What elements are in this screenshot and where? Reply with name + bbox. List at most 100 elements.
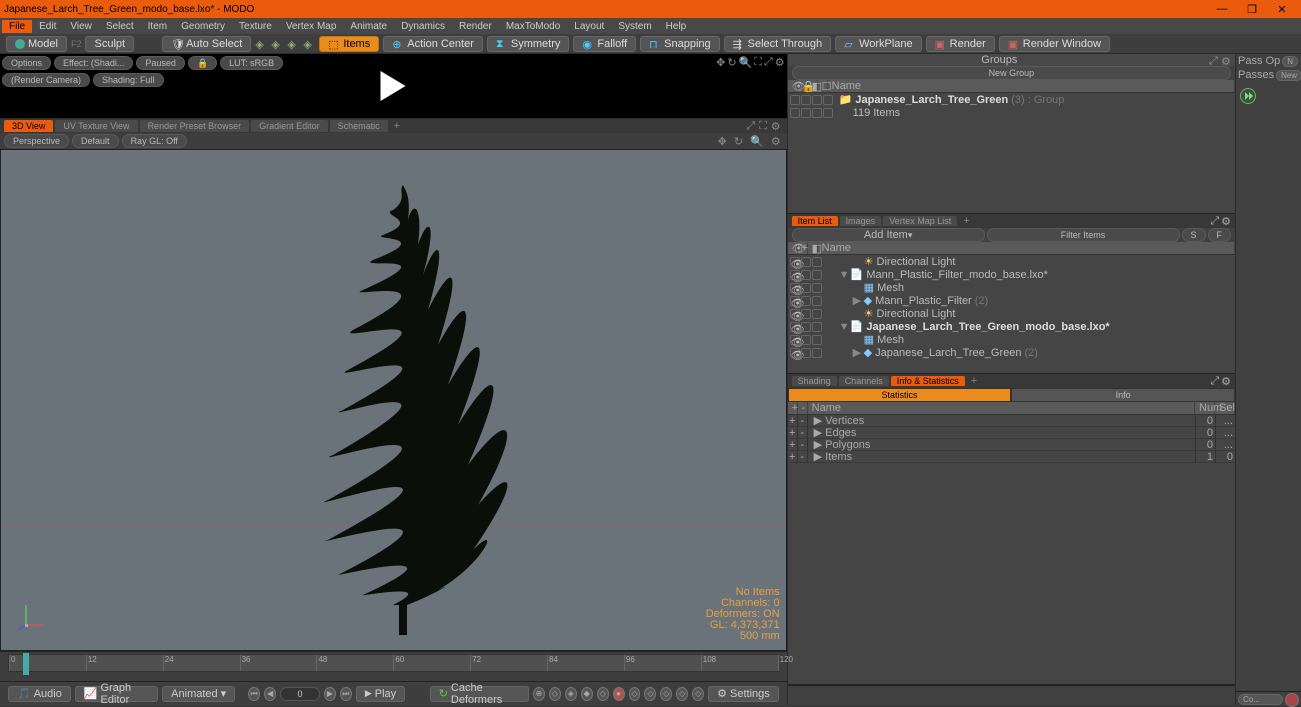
eye-col-icon[interactable]: 👁: [788, 80, 798, 93]
expander[interactable]: ▶: [853, 346, 861, 359]
select-through-button[interactable]: ⇶Select Through: [724, 36, 831, 52]
render-shading-button[interactable]: Shading: Full: [93, 73, 164, 87]
menu-texture[interactable]: Texture: [232, 20, 279, 33]
group-row[interactable]: 119 Items: [788, 106, 1235, 119]
add-item-tab[interactable]: +: [959, 215, 973, 227]
key-icon-1[interactable]: ◇: [549, 687, 561, 701]
menu-view[interactable]: View: [63, 20, 99, 33]
plus-button[interactable]: +: [788, 415, 798, 427]
popout-icon[interactable]: ⤢: [744, 120, 757, 133]
edge-mode-icon[interactable]: ◈: [271, 38, 283, 50]
filter-s-button[interactable]: S: [1182, 228, 1206, 242]
render-button[interactable]: ▣Render: [926, 36, 995, 52]
tree-model[interactable]: [273, 180, 533, 640]
render-effect-button[interactable]: Effect: (Shadi...: [54, 56, 133, 70]
menu-render[interactable]: Render: [452, 20, 499, 33]
tab-images[interactable]: Images: [840, 216, 882, 226]
move-icon[interactable]: ✥: [716, 56, 725, 69]
viewport-3d[interactable]: No Items Channels: 0 Deformers: ON GL: 4…: [0, 149, 787, 651]
tab-gradient[interactable]: Gradient Editor: [251, 120, 328, 132]
render-paused-button[interactable]: Paused: [136, 56, 185, 70]
minimize-button[interactable]: —: [1207, 3, 1237, 15]
cache-deformers-button[interactable]: ↻Cache Deformers: [430, 686, 529, 702]
tab-3d-view[interactable]: 3D View: [4, 120, 53, 132]
maximize-view-icon[interactable]: ⛶: [757, 120, 769, 133]
key-icon-2[interactable]: ◈: [565, 687, 577, 701]
visibility-toggle[interactable]: 👁: [790, 309, 800, 319]
tab-uv[interactable]: UV Texture View: [55, 120, 137, 132]
timeline[interactable]: 01224364860728496108120: [8, 654, 779, 672]
minus-button[interactable]: -: [798, 415, 808, 427]
key-icon-9[interactable]: ◇: [676, 687, 688, 701]
key-icon-7[interactable]: ◇: [644, 687, 656, 701]
view-perspective[interactable]: Perspective: [4, 134, 69, 148]
item-row[interactable]: 👁▼📄Mann_Plastic_Filter_modo_base.lxo*: [788, 268, 1235, 281]
render-camera-button[interactable]: (Render Camera): [2, 73, 90, 87]
gear-icon[interactable]: ⚙: [1221, 215, 1231, 228]
play-icon[interactable]: [381, 71, 406, 101]
menu-edit[interactable]: Edit: [32, 20, 63, 33]
minus-button[interactable]: -: [798, 439, 808, 451]
visibility-toggle[interactable]: 👁: [790, 348, 800, 358]
view-raygl[interactable]: Ray GL: Off: [122, 134, 187, 148]
frame-input[interactable]: [280, 687, 320, 701]
playhead[interactable]: [23, 653, 29, 675]
new-group-button[interactable]: New Group: [792, 66, 1231, 80]
workplane-button[interactable]: ▱WorkPlane: [835, 36, 922, 52]
item-list-body[interactable]: 👁☀Directional Light👁▼📄Mann_Plastic_Filte…: [788, 255, 1235, 373]
pan-icon[interactable]: ✥: [716, 135, 729, 148]
falloff-button[interactable]: ◉Falloff: [573, 36, 636, 52]
key-icon-4[interactable]: ◇: [597, 687, 609, 701]
maximize-button[interactable]: ❐: [1237, 3, 1267, 16]
mode-model[interactable]: Model: [6, 36, 67, 52]
expander[interactable]: ▼: [839, 269, 847, 281]
goto-end-button[interactable]: ⏭: [340, 687, 352, 701]
item-row[interactable]: 👁▶◆Mann_Plastic_Filter (2): [788, 294, 1235, 307]
mat-mode-icon[interactable]: ◈: [303, 38, 315, 50]
render-co-button[interactable]: Co...: [1238, 694, 1283, 705]
step-fwd-button[interactable]: ▶: [324, 687, 336, 701]
item-row[interactable]: 👁☀Directional Light: [788, 255, 1235, 268]
stats-body[interactable]: +-▶ Vertices0...+-▶ Edges0...+-▶ Polygon…: [788, 415, 1235, 684]
zoom-icon[interactable]: 🔍: [739, 56, 753, 69]
view-default[interactable]: Default: [72, 134, 119, 148]
tab-schematic[interactable]: Schematic: [330, 120, 388, 132]
menu-geometry[interactable]: Geometry: [174, 20, 232, 33]
render-lut-button[interactable]: LUT: sRGB: [220, 56, 283, 70]
key-icon-8[interactable]: ◇: [660, 687, 672, 701]
audio-button[interactable]: 🎵Audio: [8, 686, 71, 702]
menu-vertexmap[interactable]: Vertex Map: [279, 20, 344, 33]
zoom-view-icon[interactable]: 🔍: [748, 135, 766, 148]
render-record-button[interactable]: [1285, 693, 1299, 707]
add-item-button[interactable]: Add Item ▾: [792, 228, 985, 242]
settings-button[interactable]: ⚙Settings: [708, 686, 779, 702]
item-row[interactable]: 👁▼📄Japanese_Larch_Tree_Green_modo_base.l…: [788, 320, 1235, 333]
pass-new-button[interactable]: New: [1276, 70, 1301, 81]
minus-button[interactable]: -: [798, 451, 808, 463]
snapping-button[interactable]: ⊓Snapping: [640, 36, 720, 52]
symmetry-button[interactable]: ⧗Symmetry: [487, 36, 570, 52]
tab-item-list[interactable]: Item List: [792, 216, 838, 226]
subtab-statistics[interactable]: Statistics: [788, 388, 1012, 402]
tab-shading[interactable]: Shading: [792, 376, 837, 386]
action-center-button[interactable]: ⊕Action Center: [383, 36, 483, 52]
tab-info-stats[interactable]: Info & Statistics: [891, 376, 965, 386]
render-window-button[interactable]: ▣Render Window: [999, 36, 1110, 52]
play-button[interactable]: ▶ Play: [356, 686, 405, 702]
menu-animate[interactable]: Animate: [343, 20, 394, 33]
add-view-tab[interactable]: +: [390, 120, 404, 132]
minus-button[interactable]: -: [798, 427, 808, 439]
menu-layout[interactable]: Layout: [567, 20, 611, 33]
groups-body[interactable]: 📁Japanese_Larch_Tree_Green (3) : Group11…: [788, 93, 1235, 213]
plus-button[interactable]: +: [788, 451, 798, 463]
auto-select-button[interactable]: 🛡Auto Select: [162, 36, 251, 52]
stat-row[interactable]: +-▶ Items10: [788, 451, 1235, 463]
item-row[interactable]: 👁▶◆Japanese_Larch_Tree_Green (2): [788, 346, 1235, 359]
menu-system[interactable]: System: [611, 20, 658, 33]
poly-mode-icon[interactable]: ◈: [287, 38, 299, 50]
menu-select[interactable]: Select: [99, 20, 141, 33]
pass-n-button[interactable]: N: [1282, 56, 1298, 67]
menu-file[interactable]: File: [2, 20, 32, 33]
filter-items-button[interactable]: Filter Items: [987, 228, 1180, 242]
popout-icon[interactable]: ⤢: [1210, 375, 1219, 388]
